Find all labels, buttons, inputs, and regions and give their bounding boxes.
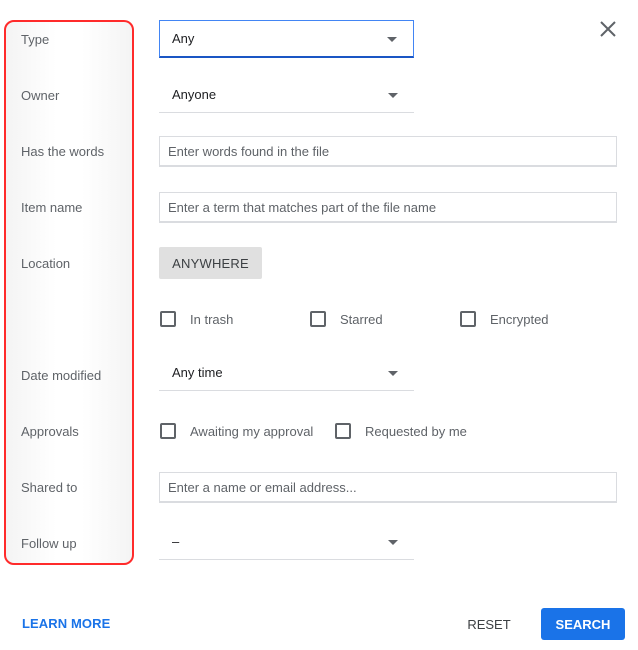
label-follow-up: Follow up xyxy=(21,536,77,551)
type-dropdown[interactable]: Any xyxy=(159,20,414,58)
search-button[interactable]: SEARCH xyxy=(541,608,625,640)
type-dropdown-value: Any xyxy=(172,31,195,46)
label-approvals: Approvals xyxy=(21,424,79,439)
label-date-modified: Date modified xyxy=(21,368,102,383)
close-icon xyxy=(600,21,616,37)
label-item-name: Item name xyxy=(21,200,83,215)
item-name-input[interactable] xyxy=(159,192,617,223)
label-type: Type xyxy=(21,32,50,47)
label-shared-to: Shared to xyxy=(21,480,78,495)
location-anywhere-button[interactable]: ANYWHERE xyxy=(159,247,262,279)
awaiting-approval-checkbox[interactable]: Awaiting my approval xyxy=(160,423,313,439)
caret-down-icon xyxy=(387,37,397,42)
requested-by-me-label: Requested by me xyxy=(365,423,467,439)
in-trash-label: In trash xyxy=(190,311,234,327)
close-button[interactable] xyxy=(597,18,619,40)
label-owner: Owner xyxy=(21,88,60,103)
date-modified-value: Any time xyxy=(172,365,223,380)
caret-down-icon xyxy=(388,93,398,98)
label-location: Location xyxy=(21,256,71,271)
owner-dropdown-value: Anyone xyxy=(172,87,217,102)
checkbox-unchecked-icon[interactable] xyxy=(310,311,326,327)
checkbox-unchecked-icon[interactable] xyxy=(160,311,176,327)
reset-button[interactable]: RESET xyxy=(458,608,520,640)
date-modified-dropdown[interactable]: Any time xyxy=(159,355,414,391)
label-has-words: Has the words xyxy=(21,144,105,159)
follow-up-dropdown[interactable]: – xyxy=(159,524,414,560)
in-trash-checkbox[interactable]: In trash xyxy=(160,311,233,327)
requested-by-me-checkbox[interactable]: Requested by me xyxy=(335,423,467,439)
owner-dropdown[interactable]: Anyone xyxy=(159,77,414,113)
learn-more-link[interactable]: LEARN MORE xyxy=(22,616,110,631)
starred-checkbox[interactable]: Starred xyxy=(310,311,383,327)
checkbox-unchecked-icon[interactable] xyxy=(335,423,351,439)
has-words-input[interactable] xyxy=(159,136,617,167)
caret-down-icon xyxy=(388,540,398,545)
checkbox-unchecked-icon[interactable] xyxy=(160,423,176,439)
encrypted-label: Encrypted xyxy=(490,311,549,327)
starred-label: Starred xyxy=(340,311,383,327)
awaiting-approval-label: Awaiting my approval xyxy=(190,423,314,439)
checkbox-unchecked-icon[interactable] xyxy=(460,311,476,327)
shared-to-input[interactable] xyxy=(159,472,617,503)
follow-up-value: – xyxy=(172,534,180,549)
caret-down-icon xyxy=(388,371,398,376)
encrypted-checkbox[interactable]: Encrypted xyxy=(460,311,549,327)
